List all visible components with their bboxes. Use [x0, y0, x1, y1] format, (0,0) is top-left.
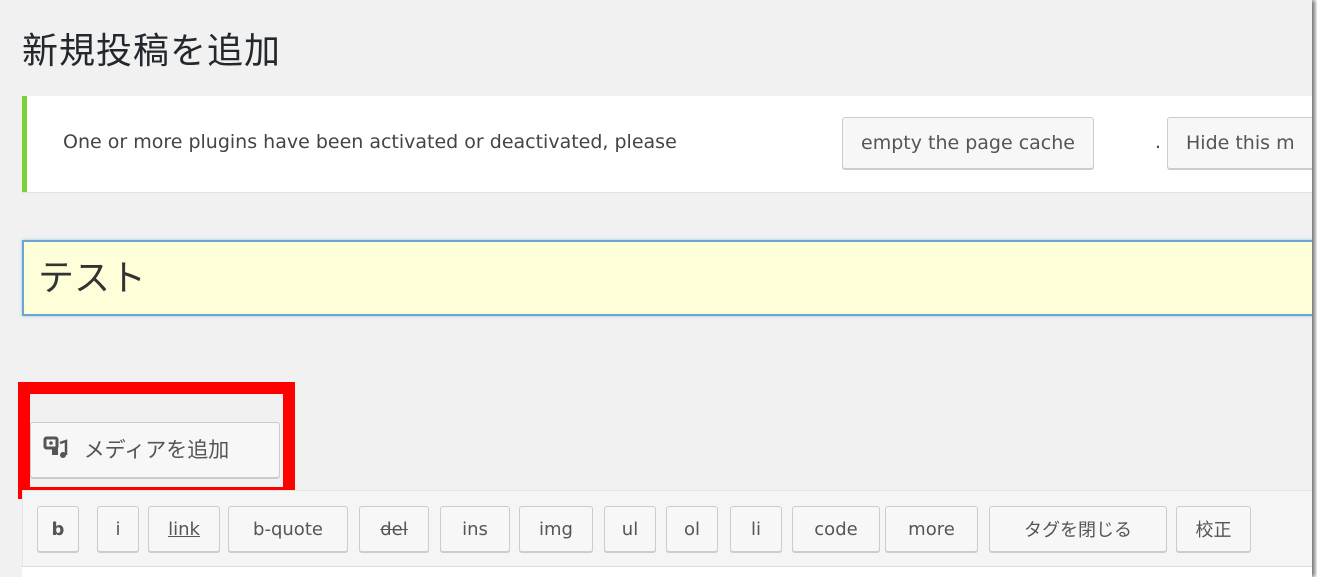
plugin-notice: One or more plugins have been activated …: [22, 96, 1312, 192]
qt-ol-button[interactable]: ol: [666, 506, 718, 552]
qt-proofread-button[interactable]: 校正: [1176, 506, 1251, 552]
qt-italic-button[interactable]: i: [97, 506, 139, 552]
add-media-label: メディアを追加: [83, 437, 230, 462]
qt-ul-button[interactable]: ul: [604, 506, 656, 552]
qt-link-button[interactable]: link: [148, 506, 220, 552]
qt-img-button[interactable]: img: [519, 506, 593, 552]
empty-cache-button[interactable]: empty the page cache: [842, 117, 1094, 169]
notice-separator: .: [1155, 131, 1162, 153]
post-title-input[interactable]: [24, 242, 1312, 314]
qt-close-tags-button[interactable]: タグを閉じる: [989, 506, 1167, 552]
quicktags-toolbar: b i link b-quote del ins img ul ol li co…: [22, 490, 1312, 577]
hide-notice-button[interactable]: Hide this m: [1167, 117, 1312, 169]
page-title: 新規投稿を追加: [22, 31, 282, 72]
post-title-wrap: [22, 240, 1312, 316]
qt-li-button[interactable]: li: [730, 506, 782, 552]
editor-screen: 新規投稿を追加 One or more plugins have been ac…: [0, 0, 1312, 577]
qt-del-button[interactable]: del: [359, 506, 429, 552]
qt-ins-button[interactable]: ins: [440, 506, 510, 552]
media-icon: [43, 435, 69, 466]
editor-content-area[interactable]: [22, 566, 1312, 577]
qt-bquote-button[interactable]: b-quote: [228, 506, 348, 552]
qt-more-button[interactable]: more: [885, 506, 978, 552]
add-media-button[interactable]: メディアを追加: [30, 422, 280, 478]
qt-code-button[interactable]: code: [792, 506, 880, 552]
notice-message: One or more plugins have been activated …: [63, 131, 677, 153]
qt-bold-button[interactable]: b: [37, 506, 79, 552]
